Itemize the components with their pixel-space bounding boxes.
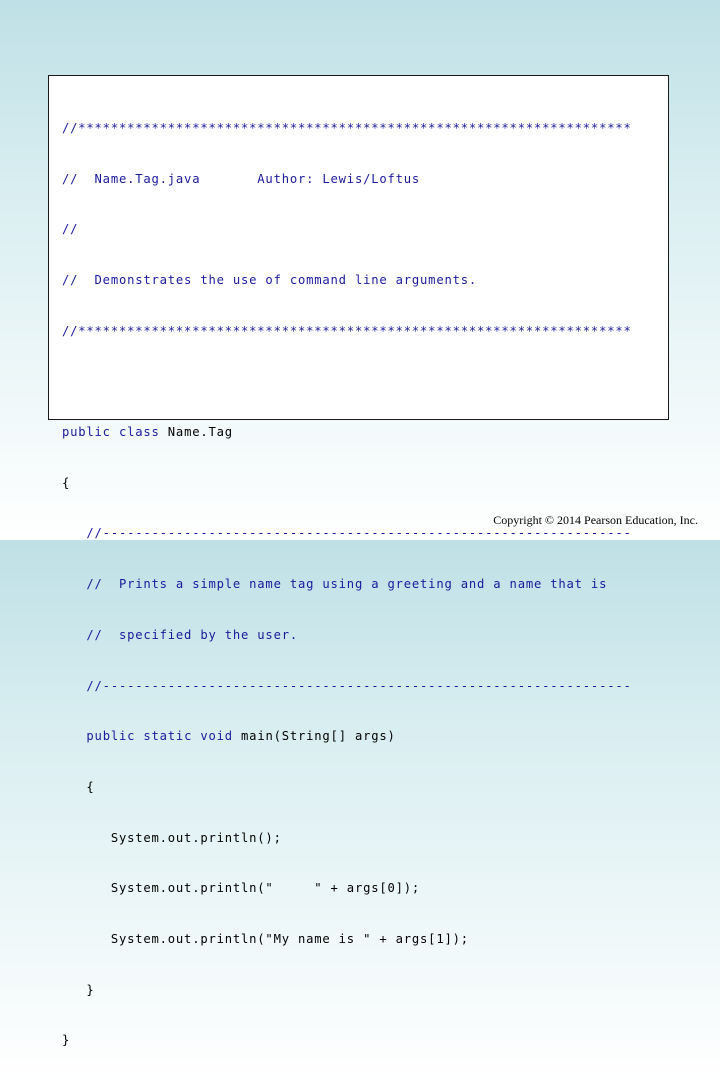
header-description: // Demonstrates the use of command line … (62, 272, 478, 287)
method-close-brace: } (62, 982, 95, 997)
method-rule-bottom: //--------------------------------------… (62, 678, 632, 693)
method-signature: public static void main(String[] args) (62, 728, 632, 745)
statement-2: System.out.println(" " + args[0]); (62, 881, 421, 896)
method-keywords: public static void (86, 729, 242, 744)
class-close-brace: } (62, 1033, 71, 1048)
class-declaration: public class Name.Tag (62, 424, 632, 441)
header-rule-top: //**************************************… (62, 120, 632, 135)
header-rule-bottom: //**************************************… (62, 323, 632, 338)
class-keywords: public class (62, 425, 168, 440)
method-comment-1: // Prints a simple name tag using a gree… (62, 577, 608, 592)
method-indent (62, 729, 86, 743)
method-name: main(String[] args) (241, 729, 396, 744)
statement-3: System.out.println("My name is " + args[… (62, 932, 469, 947)
code-frame: //**************************************… (48, 75, 669, 1047)
header-blank-comment: // (62, 222, 79, 237)
code-listing: //**************************************… (62, 86, 632, 1080)
method-open-brace: { (62, 779, 95, 794)
method-comment-2: // specified by the user. (62, 627, 298, 642)
statement-1: System.out.println(); (62, 830, 282, 845)
class-name: Name.Tag (167, 425, 233, 440)
header-file-line: // Name.Tag.java Author: Lewis/Loftus (62, 171, 421, 186)
copyright-notice: Copyright © 2014 Pearson Education, Inc. (493, 513, 698, 527)
class-open-brace: { (62, 475, 71, 490)
